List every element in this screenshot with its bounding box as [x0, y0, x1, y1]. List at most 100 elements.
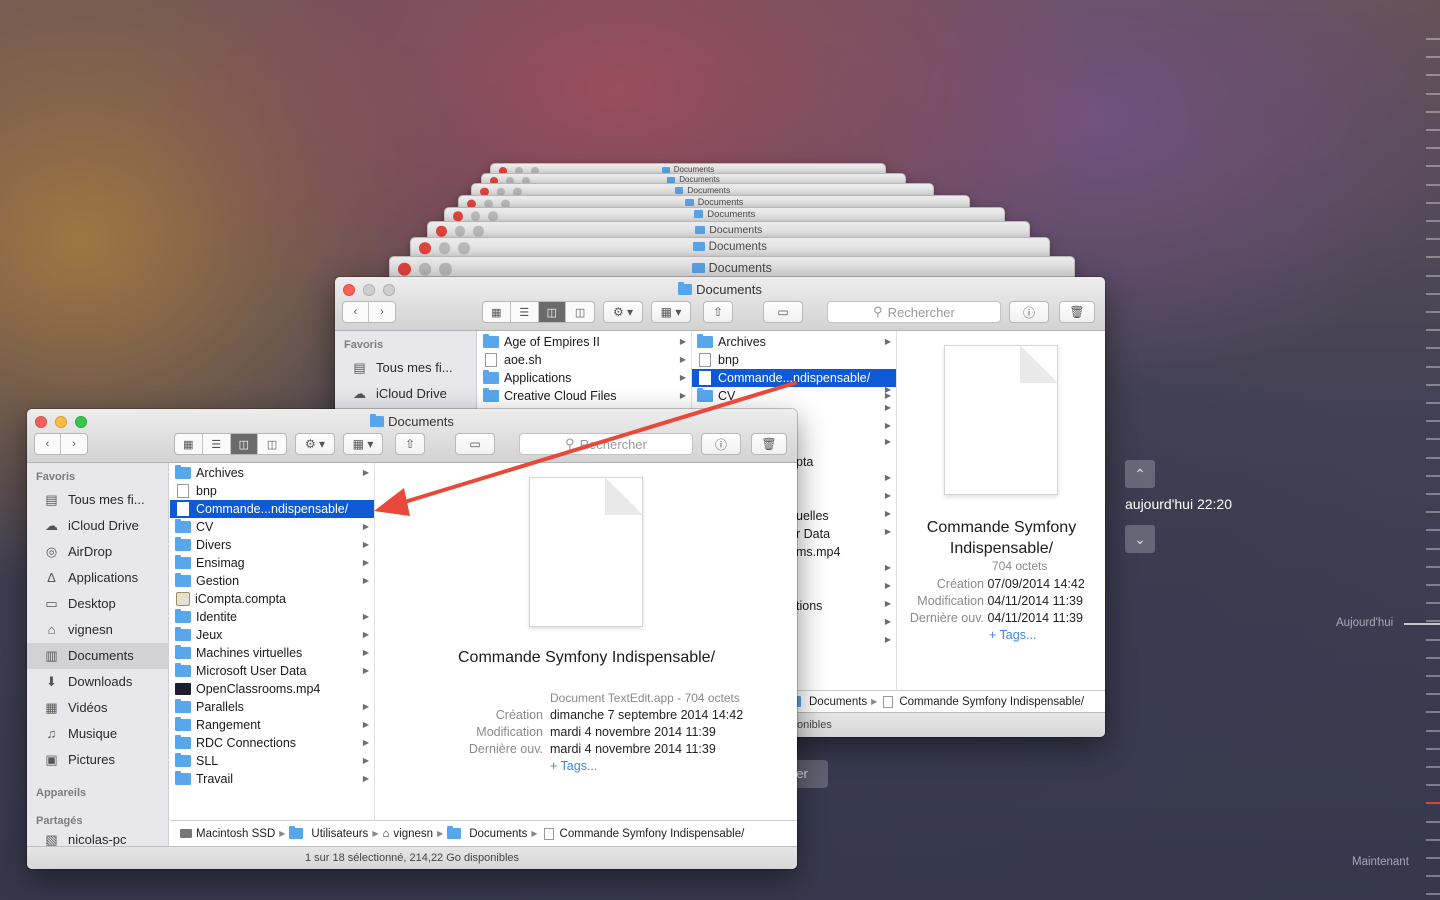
back-arrow-icon[interactable]: ‹ — [35, 434, 61, 454]
timeline-tick[interactable] — [1426, 875, 1440, 877]
timeline-tick[interactable] — [1426, 420, 1440, 422]
file-row[interactable]: Commande...ndispensable/ — [170, 500, 374, 518]
back-arrow-icon[interactable]: ‹ — [343, 302, 369, 322]
icon-view-icon[interactable]: ▦ — [175, 434, 203, 454]
file-row[interactable]: Travail ▶ — [170, 770, 374, 788]
sidebar-item-airdrop[interactable]: ◎ AirDrop — [27, 539, 168, 565]
timeline-tick[interactable] — [1426, 402, 1440, 404]
path-segment[interactable]: Commande Symfony Indispensable/ — [560, 828, 745, 840]
info-icon[interactable]: ⓘ — [701, 433, 741, 455]
timeline-tick[interactable] — [1426, 730, 1440, 732]
file-row[interactable]: Jeux ▶ — [170, 626, 374, 644]
arrange-button[interactable]: ▦ ▾ — [651, 301, 691, 323]
tag-icon[interactable]: ▭ — [763, 301, 803, 323]
timeline-tick[interactable] — [1426, 802, 1440, 804]
file-row[interactable]: bnp — [170, 482, 374, 500]
timeline-tick[interactable] — [1426, 74, 1440, 76]
forward-arrow-icon[interactable]: › — [61, 434, 87, 454]
file-name-partial[interactable]: uelles — [796, 509, 829, 523]
sidebar-item-tous-mes-fi[interactable]: ▤ Tous mes fi... — [27, 487, 168, 513]
sidebar-item-pictures[interactable]: ▣ Pictures — [27, 747, 168, 773]
timeline-tick[interactable] — [1426, 784, 1440, 786]
timeline-tick[interactable] — [1426, 256, 1440, 258]
view-mode-segment[interactable]: ▦ ☰ ◫ ◫ — [482, 301, 595, 323]
file-row[interactable]: aoe.sh ▶ — [478, 351, 691, 369]
file-row[interactable]: bnp — [692, 351, 896, 369]
tag-icon[interactable]: ▭ — [455, 433, 495, 455]
icon-view-icon[interactable]: ▦ — [483, 302, 511, 322]
file-row[interactable]: Applications ▶ — [478, 369, 691, 387]
timeline-tick[interactable] — [1426, 711, 1440, 713]
sidebar-item-vignesn[interactable]: ⌂ vignesn — [27, 617, 168, 643]
sidebar-item-musique[interactable]: ♫ Musique — [27, 721, 168, 747]
share-icon[interactable]: ⇧ — [395, 433, 425, 455]
timeline-tick[interactable] — [1426, 602, 1440, 604]
file-row[interactable]: OpenClassrooms.mp4 — [170, 680, 374, 698]
sidebar-item-desktop[interactable]: ▭ Desktop — [27, 591, 168, 617]
timeline-tick[interactable] — [1426, 438, 1440, 440]
file-name-partial[interactable]: ms.mp4 — [796, 545, 840, 559]
timeline-tick[interactable] — [1426, 675, 1440, 677]
file-row[interactable]: Gestion ▶ — [170, 572, 374, 590]
file-row[interactable]: Parallels ▶ — [170, 698, 374, 716]
action-gear-button[interactable]: ⚙ ▾ — [295, 433, 335, 455]
timeline-tick[interactable] — [1426, 147, 1440, 149]
file-name-partial[interactable]: pta — [796, 455, 813, 469]
file-row[interactable]: Archives ▶ — [692, 333, 896, 351]
timeline-tick[interactable] — [1426, 457, 1440, 459]
timeline-tick[interactable] — [1426, 475, 1440, 477]
file-row[interactable]: Divers ▶ — [170, 536, 374, 554]
cover-flow-icon[interactable]: ◫ — [258, 434, 286, 454]
timeline-tick[interactable] — [1426, 311, 1440, 313]
file-row[interactable]: Microsoft User Data ▶ — [170, 662, 374, 680]
file-name-partial[interactable]: tions — [796, 599, 822, 613]
file-row[interactable]: CV ▶ — [170, 518, 374, 536]
arrange-button[interactable]: ▦ ▾ — [343, 433, 383, 455]
timeline-tick[interactable] — [1426, 38, 1440, 40]
timeline-tick[interactable] — [1426, 238, 1440, 240]
view-mode-segment[interactable]: ▦ ☰ ◫ ◫ — [174, 433, 287, 455]
search-input[interactable]: ⚲ Rechercher — [827, 301, 1001, 323]
path-segment[interactable]: vignesn — [393, 828, 433, 840]
file-row[interactable]: Archives ▶ — [170, 464, 374, 482]
path-segment[interactable]: Macintosh SSD — [196, 828, 275, 840]
timeline-tick[interactable] — [1426, 893, 1440, 895]
sidebar-item-vid-os[interactable]: ▦ Vidéos — [27, 695, 168, 721]
timeline-tick[interactable] — [1426, 748, 1440, 750]
timeline-tick[interactable] — [1426, 275, 1440, 277]
timeline-tick[interactable] — [1426, 529, 1440, 531]
timeline-tick[interactable] — [1426, 584, 1440, 586]
timeline-tick[interactable] — [1426, 202, 1440, 204]
timeline-tick[interactable] — [1426, 857, 1440, 859]
add-tags-link[interactable]: + Tags... — [436, 758, 743, 775]
timeline-tick[interactable] — [1426, 329, 1440, 331]
timeline-tick[interactable] — [1426, 839, 1440, 841]
info-icon[interactable]: ⓘ — [1009, 301, 1049, 323]
timeline-tick[interactable] — [1426, 366, 1440, 368]
timeline-tick[interactable] — [1426, 511, 1440, 513]
trash-icon[interactable]: 🗑 — [1059, 301, 1095, 323]
file-row[interactable]: CV ▶ — [692, 387, 896, 405]
path-segment[interactable]: Documents — [809, 696, 867, 708]
column-view-icon[interactable]: ◫ — [230, 434, 259, 454]
sidebar-item-applications[interactable]: ∆ Applications — [27, 565, 168, 591]
timeline-tick[interactable] — [1426, 56, 1440, 58]
file-row[interactable]: SLL ▶ — [170, 752, 374, 770]
path-segment[interactable]: Utilisateurs — [311, 828, 368, 840]
timeline-tick[interactable] — [1426, 548, 1440, 550]
timeline-tick[interactable] — [1426, 493, 1440, 495]
timeline-tick[interactable] — [1426, 111, 1440, 113]
timeline-tick[interactable] — [1426, 821, 1440, 823]
cover-flow-icon[interactable]: ◫ — [566, 302, 594, 322]
timeline-tick[interactable] — [1426, 93, 1440, 95]
timeline-up-button[interactable]: ⌃ — [1125, 460, 1155, 488]
front-nav-buttons[interactable]: ‹ › — [34, 433, 88, 455]
file-row[interactable]: Identite ▶ — [170, 608, 374, 626]
forward-arrow-icon[interactable]: › — [369, 302, 395, 322]
add-tags-link[interactable]: + Tags... — [906, 627, 1085, 644]
action-gear-button[interactable]: ⚙ ▾ — [603, 301, 643, 323]
sidebar-item-icloud[interactable]: ☁ iCloud Drive — [335, 381, 476, 407]
path-segment[interactable]: Commande Symfony Indispensable/ — [899, 696, 1084, 708]
timeline-tick[interactable] — [1426, 384, 1440, 386]
timeline-tick[interactable] — [1426, 165, 1440, 167]
